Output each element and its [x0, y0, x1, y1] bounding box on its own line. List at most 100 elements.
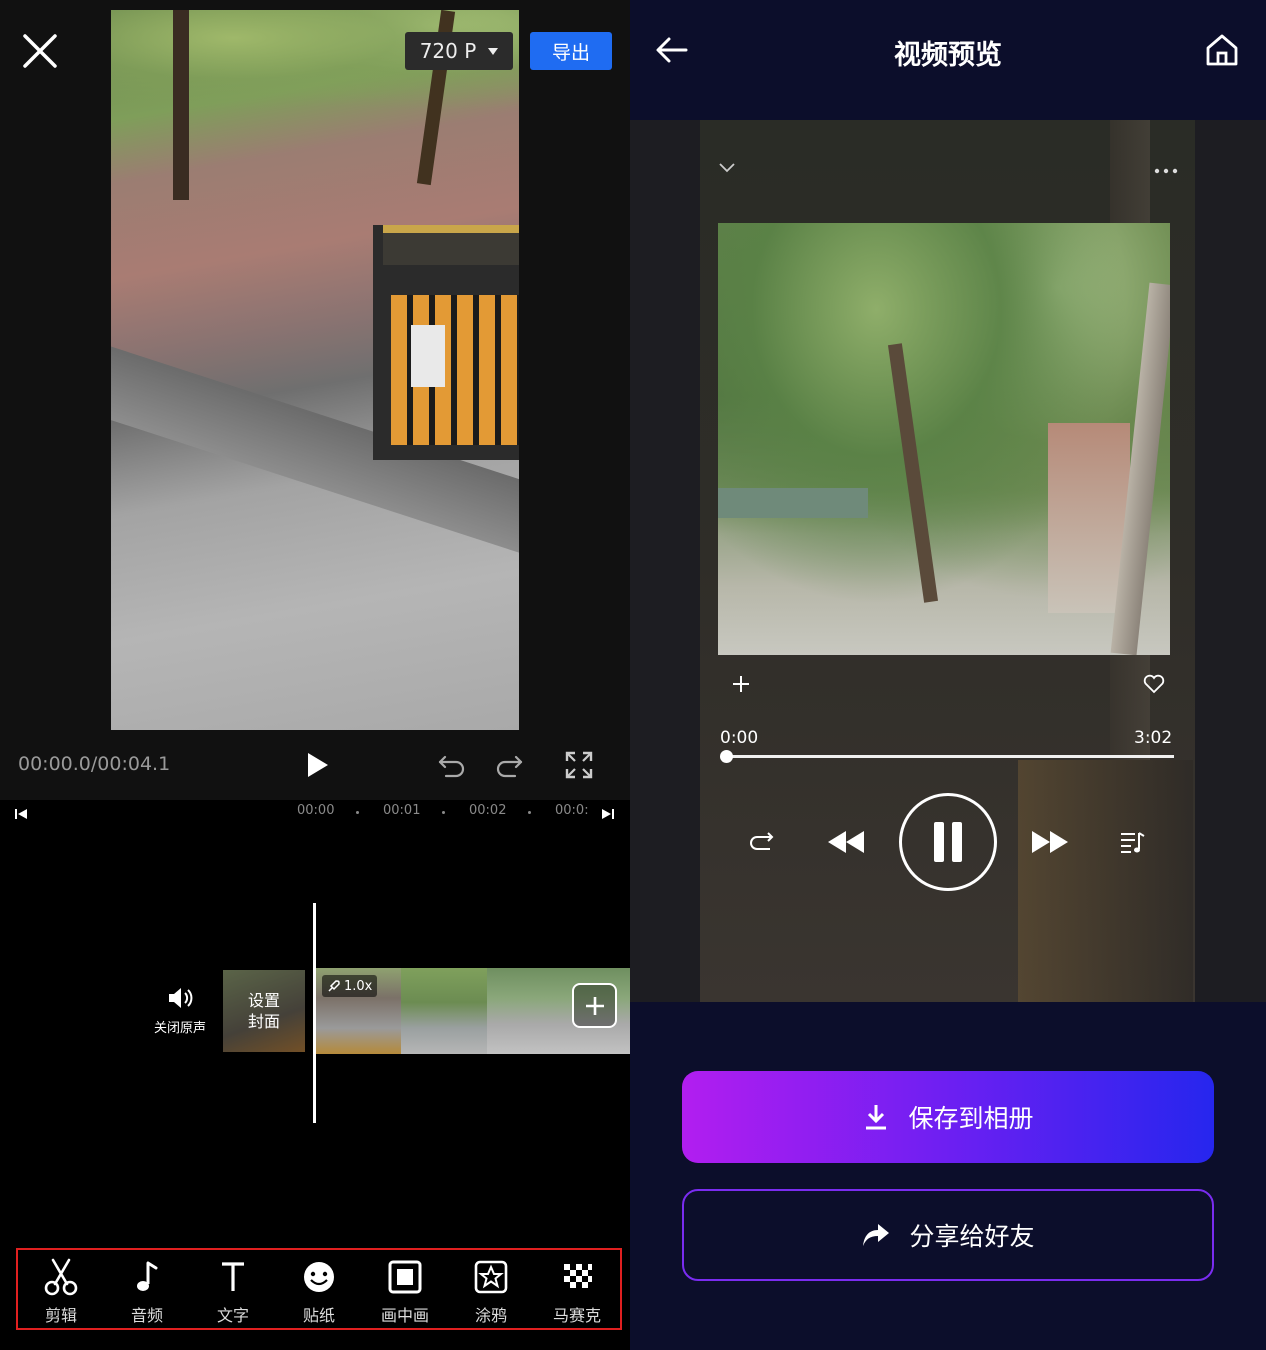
add-clip-button[interactable]	[572, 983, 617, 1028]
playhead[interactable]	[313, 903, 316, 1123]
tool-mosaic[interactable]: 马赛克	[534, 1250, 620, 1328]
play-button[interactable]	[298, 747, 334, 783]
ruler-dot	[528, 811, 531, 814]
more-icon	[1154, 168, 1178, 174]
like-button[interactable]	[1142, 673, 1166, 699]
save-to-album-button[interactable]: 保存到相册	[682, 1071, 1214, 1163]
repeat-icon	[749, 832, 774, 850]
previous-button[interactable]	[822, 822, 870, 862]
ruler-tick: 00:00	[297, 803, 335, 818]
undo-button[interactable]	[434, 747, 470, 783]
current-time: 0:00	[720, 728, 759, 748]
scene-tree-trunk	[173, 10, 189, 200]
skip-to-start-icon[interactable]	[14, 806, 28, 825]
set-cover-button[interactable]: 设置 封面	[223, 970, 305, 1052]
ruler-tick: 00:0:	[555, 803, 589, 818]
fast-forward-icon	[1032, 831, 1068, 853]
video-preview-panel: 视频预览 0:00 3:02 保存到相册 分享给好友	[630, 0, 1266, 1350]
save-to-album-label: 保存到相册	[908, 1104, 1034, 1133]
caret-down-icon	[488, 47, 499, 55]
resolution-dropdown[interactable]: 720 P	[405, 32, 513, 70]
add-to-playlist-button[interactable]	[730, 673, 752, 699]
ruler-tick: 00:02	[469, 803, 507, 818]
ruler-dot	[356, 811, 359, 814]
share-to-friends-button[interactable]: 分享给好友	[682, 1189, 1214, 1281]
preview-area: 0:00 3:02	[630, 120, 1266, 1002]
tool-label: 文字	[216, 1306, 249, 1325]
editing-toolbar: 剪辑 音频 文字 贴纸 画中画 涂鸦 马赛克	[16, 1248, 622, 1330]
page-title: 视频预览	[894, 40, 1002, 71]
timecode: 00:00.0/00:04.1	[18, 753, 171, 775]
speed-badge[interactable]: 1.0x	[322, 975, 378, 997]
close-button[interactable]	[20, 31, 60, 71]
speed-label: 1.0x	[344, 978, 373, 994]
speaker-icon	[169, 988, 193, 1008]
pause-icon	[934, 822, 962, 862]
close-icon	[23, 34, 57, 68]
more-button[interactable]	[1154, 160, 1178, 179]
playlist-button[interactable]	[1112, 822, 1152, 862]
video-clip-thumbnail[interactable]	[401, 968, 487, 1054]
mute-original-label: 关闭原声	[153, 1021, 206, 1036]
skip-to-end-icon[interactable]	[601, 806, 615, 825]
tool-label: 马赛克	[552, 1306, 601, 1325]
tool-label: 画中画	[380, 1306, 429, 1325]
fullscreen-icon	[565, 751, 593, 779]
tool-sticker[interactable]: 贴纸	[276, 1250, 362, 1328]
video-preview[interactable]	[111, 10, 519, 730]
tool-doodle[interactable]: 涂鸦	[448, 1250, 534, 1328]
tool-label: 剪辑	[44, 1306, 77, 1325]
mosaic-icon	[558, 1258, 596, 1296]
pause-button[interactable]	[899, 793, 997, 891]
share-to-friends-label: 分享给好友	[909, 1222, 1035, 1251]
background-trash-bin	[1018, 760, 1193, 1002]
ruler-tick: 00:01	[383, 803, 421, 818]
progress-knob[interactable]	[720, 750, 733, 763]
sticker-icon	[300, 1258, 338, 1296]
download-icon	[866, 1105, 887, 1130]
resolution-label: 720 P	[419, 39, 477, 63]
redo-icon	[496, 755, 523, 778]
plus-icon	[585, 996, 604, 1015]
mute-original-button[interactable]: 关闭原声	[148, 985, 212, 1036]
rewind-icon	[828, 831, 864, 853]
tool-cut[interactable]: 剪辑	[18, 1250, 104, 1328]
next-button[interactable]	[1026, 822, 1074, 862]
progress-bar[interactable]	[726, 755, 1174, 758]
home-icon	[1206, 34, 1238, 66]
ruler-dot	[442, 811, 445, 814]
tool-label: 贴纸	[302, 1306, 335, 1325]
playlist-icon	[1121, 832, 1145, 853]
heart-icon	[1143, 674, 1165, 694]
tool-picture-in-picture[interactable]: 画中画	[362, 1250, 448, 1328]
share-arrow-icon	[863, 1224, 890, 1246]
undo-icon	[438, 755, 465, 778]
play-icon	[308, 753, 328, 777]
tool-label: 音频	[130, 1306, 163, 1325]
cover-art	[718, 223, 1170, 655]
plus-icon	[733, 676, 749, 692]
repeat-button[interactable]	[742, 822, 782, 862]
picture-in-picture-icon	[386, 1258, 424, 1296]
fullscreen-button[interactable]	[561, 747, 597, 783]
doodle-icon	[472, 1258, 510, 1296]
text-icon	[214, 1258, 252, 1296]
music-player-screen: 0:00 3:02	[700, 120, 1195, 1002]
home-button[interactable]	[1202, 30, 1242, 70]
export-button[interactable]: 导出	[530, 32, 612, 70]
video-editor-panel: 720 P 导出 00:00.0/00:04.1 00:00 00:01 00:…	[0, 0, 630, 1350]
scissors-icon	[42, 1258, 80, 1296]
chevron-down-icon	[719, 163, 735, 173]
set-cover-label: 设置 封面	[247, 991, 280, 1031]
scene-trash-bin	[373, 225, 519, 460]
total-time: 3:02	[1134, 728, 1173, 748]
redo-button[interactable]	[491, 747, 527, 783]
timeline-ruler: 00:00 00:01 00:02 00:0:	[0, 800, 630, 830]
tool-text[interactable]: 文字	[190, 1250, 276, 1328]
rocket-icon	[328, 980, 340, 992]
tool-audio[interactable]: 音频	[104, 1250, 190, 1328]
collapse-button[interactable]	[716, 156, 738, 182]
tool-label: 涂鸦	[474, 1306, 507, 1325]
music-note-icon	[128, 1258, 166, 1296]
preview-header: 视频预览	[630, 0, 1266, 120]
